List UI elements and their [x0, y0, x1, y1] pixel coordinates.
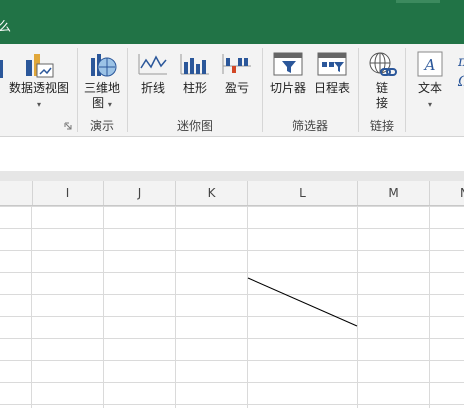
- line-shape[interactable]: [0, 0, 464, 408]
